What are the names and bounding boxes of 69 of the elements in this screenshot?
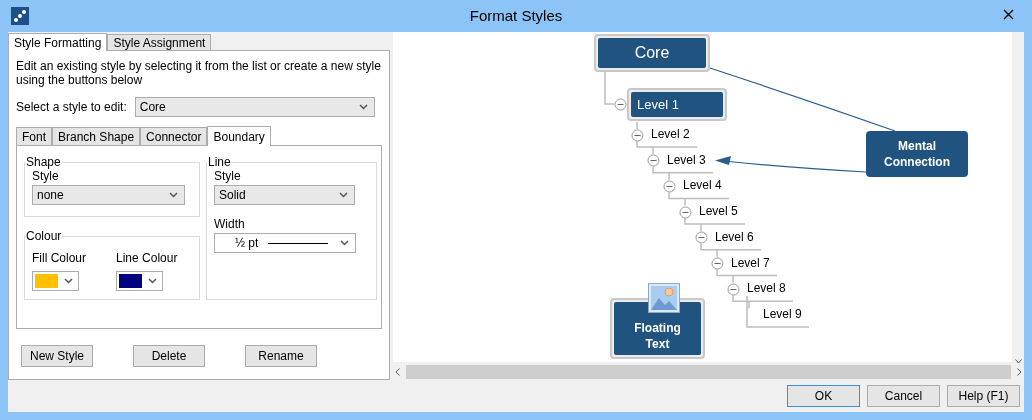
group-title: Line [207, 155, 232, 169]
style-button[interactable]: New Style [21, 345, 93, 367]
chevron-icon [395, 368, 400, 376]
collapse-icon[interactable] [710, 257, 724, 270]
tab[interactable]: Style Formatting [8, 33, 108, 51]
collapse-icon[interactable] [630, 128, 644, 142]
scrollbar-thumb[interactable] [406, 365, 1011, 379]
topic[interactable]: Level 8 [747, 281, 786, 296]
style-button[interactable]: Delete [133, 345, 205, 367]
collapse-icon[interactable] [694, 231, 708, 245]
scroll-left-button[interactable] [393, 368, 402, 376]
topic[interactable]: Level 1 [631, 92, 723, 117]
group-title: Shape [25, 155, 62, 169]
tab[interactable]: Connector [140, 127, 208, 145]
topic[interactable]: Level 9 [763, 306, 802, 321]
tab[interactable]: Branch Shape [52, 127, 141, 145]
field-label: Fill Colour [32, 251, 86, 265]
tab[interactable]: Font [16, 127, 52, 145]
image-icon [648, 283, 680, 313]
chevron-icon [340, 240, 349, 246]
branch-line [684, 217, 746, 232]
colour-picker[interactable] [116, 271, 163, 291]
topic[interactable]: Level 4 [683, 178, 722, 193]
core-topic[interactable]: Core [598, 38, 706, 68]
close-icon [1003, 9, 1014, 20]
branch-line [716, 268, 778, 284]
style-button[interactable]: Rename [245, 345, 317, 367]
dialog-button[interactable]: OK [787, 385, 860, 407]
collapse-icon[interactable] [646, 154, 660, 168]
field-label: Line Colour [116, 251, 178, 265]
group-title: Colour [25, 229, 63, 243]
tab[interactable]: Style Assignment [107, 34, 212, 50]
floating-topic[interactable]: Floating Text [614, 302, 701, 355]
chevron-icon [339, 192, 348, 198]
line-sample-icon [268, 241, 329, 245]
dialog-button[interactable]: Help (F1) [947, 385, 1020, 407]
chevron-icon [169, 192, 178, 198]
field-label: Select a style to edit: [16, 100, 127, 114]
field-label: Style [214, 169, 242, 183]
collapse-icon[interactable] [726, 282, 740, 296]
dialog-button[interactable]: Cancel [867, 385, 940, 407]
chevron-icon [64, 278, 73, 284]
branch-line [636, 140, 698, 155]
field-label: Style [32, 169, 60, 183]
chevron-icon [148, 278, 157, 284]
app-icon [11, 7, 29, 25]
instructions-text: Edit an existing style by selecting it from the list or create a new style using the buttons below [16, 59, 382, 87]
branch-line [700, 243, 762, 258]
chevron-icon [358, 104, 368, 110]
line-style-dropdown[interactable]: Solid [214, 185, 355, 205]
scroll-right-button[interactable] [1015, 368, 1024, 376]
topic[interactable]: Level 3 [667, 152, 706, 167]
topic[interactable]: Level 7 [731, 255, 770, 270]
branch-line [652, 165, 714, 181]
topic[interactable]: Level 5 [699, 204, 738, 219]
topic[interactable]: Level 2 [651, 127, 690, 141]
branch-line [668, 191, 730, 207]
style-dropdown[interactable]: Core [134, 97, 375, 117]
mental-connection-topic[interactable]: Mental Connection [866, 131, 968, 177]
tab[interactable]: Boundary [207, 126, 271, 146]
line-width-dropdown[interactable]: ½ pt [214, 233, 356, 253]
collapse-icon[interactable] [662, 179, 676, 193]
shape-style-dropdown[interactable]: none [32, 185, 185, 205]
field-label: Width [214, 217, 246, 231]
topic[interactable]: Level 6 [715, 229, 754, 244]
collapse-icon[interactable] [614, 98, 627, 111]
window-title: Format Styles [469, 7, 563, 24]
collapse-icon[interactable] [678, 205, 692, 219]
scroll-down-button[interactable] [1012, 359, 1024, 364]
